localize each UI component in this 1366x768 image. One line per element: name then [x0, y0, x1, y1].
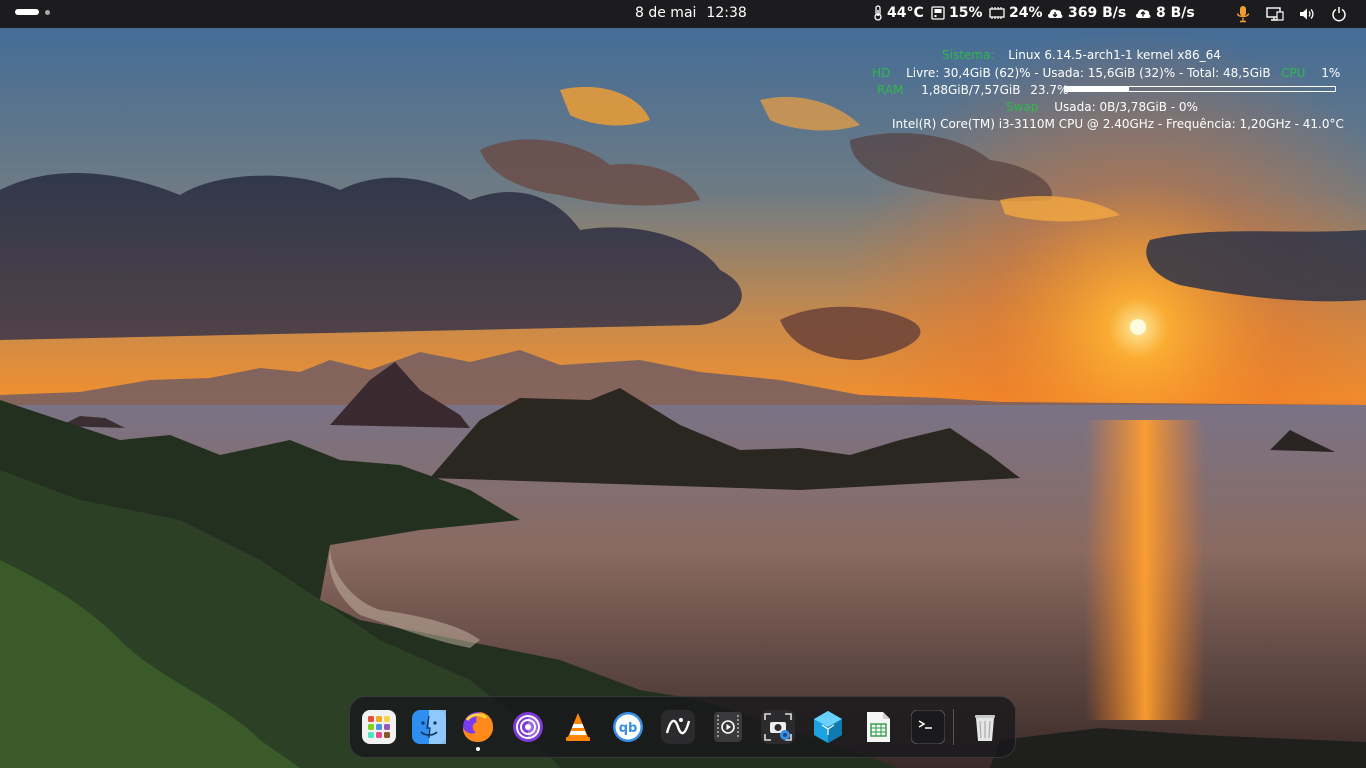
- top-panel: 8 de mai 12:38 44°C 15% 24% 369 B/s 8 B/…: [0, 0, 1366, 28]
- conky-hd-label: HD: [872, 66, 891, 80]
- upload-indicator[interactable]: 8 B/s: [1134, 5, 1195, 21]
- app-6-icon[interactable]: [661, 710, 695, 744]
- workspace-inactive-indicator[interactable]: [45, 9, 50, 15]
- conky-ram-percent: 23.7%: [1030, 83, 1069, 97]
- temperature-value: 44°C: [887, 5, 924, 21]
- power-icon[interactable]: [1330, 5, 1348, 23]
- clock-time: 12:38: [706, 5, 747, 21]
- desktop-wallpaper: [0, 0, 1366, 768]
- temperature-indicator[interactable]: 44°C: [873, 5, 924, 21]
- cloud-upload-icon: [1134, 6, 1152, 20]
- cloud-download-icon: [1046, 6, 1064, 20]
- trash-icon[interactable]: [968, 710, 1002, 744]
- disk-indicator[interactable]: 15%: [931, 5, 983, 21]
- video-player-icon[interactable]: [711, 710, 745, 744]
- volume-icon[interactable]: [1298, 5, 1316, 23]
- workspace-indicator[interactable]: [15, 9, 50, 15]
- conky-ram-row: RAM 1,88GiB/7,57GiB 23.7%: [877, 83, 1068, 97]
- clock-date: 8 de mai: [635, 5, 697, 21]
- conky-hd-value: Livre: 30,4GiB (62)% - Usada: 15,6GiB (3…: [906, 66, 1271, 80]
- conky-swap-value: Usada: 0B/3,78GiB - 0%: [1054, 100, 1198, 114]
- conky-system-label: Sistema:: [942, 48, 995, 62]
- app-grid-icon[interactable]: [362, 710, 396, 744]
- conky-swap-row: Swap Usada: 0B/3,78GiB - 0%: [1006, 100, 1198, 114]
- workspace-active-indicator[interactable]: [15, 9, 39, 15]
- conky-cpu-value: 1%: [1321, 66, 1341, 80]
- crystal-app-icon[interactable]: [811, 710, 845, 744]
- conky-system-row: Sistema: Linux 6.14.5-arch1-1 kernel x86…: [942, 48, 1221, 62]
- memory-usage-value: 24%: [1009, 5, 1043, 21]
- conky-ram-bar: [1064, 86, 1336, 92]
- conky-cpu-info: Intel(R) Core(TM) i3-3110M CPU @ 2.40GHz…: [892, 117, 1344, 131]
- conky-ram-bar-fill: [1065, 87, 1129, 91]
- conky-cpu-row: CPU 1%: [1281, 66, 1340, 80]
- terminal-icon[interactable]: [911, 710, 945, 744]
- download-indicator[interactable]: 369 B/s: [1046, 5, 1126, 21]
- finder-icon[interactable]: [412, 710, 446, 744]
- conky-cpu-label: CPU: [1281, 66, 1306, 80]
- conky-hd-row: HD Livre: 30,4GiB (62)% - Usada: 15,6GiB…: [872, 66, 1271, 80]
- upload-rate-value: 8 B/s: [1156, 5, 1195, 21]
- disk-icon: [931, 6, 945, 20]
- disk-usage-value: 15%: [949, 5, 983, 21]
- vlc-icon[interactable]: [561, 710, 595, 744]
- memory-indicator[interactable]: 24%: [989, 5, 1043, 21]
- svg-text:qb: qb: [619, 721, 638, 736]
- conky-system-value: Linux 6.14.5-arch1-1 kernel x86_64: [1008, 48, 1221, 62]
- microphone-icon[interactable]: [1234, 5, 1252, 23]
- document-viewer-icon[interactable]: [861, 710, 895, 744]
- screenshot-icon[interactable]: [761, 710, 795, 744]
- thermometer-icon: [873, 5, 883, 21]
- conky-ram-value: 1,88GiB/7,57GiB: [921, 83, 1021, 97]
- dock-separator: [953, 709, 954, 745]
- download-rate-value: 369 B/s: [1068, 5, 1127, 21]
- qbittorrent-icon[interactable]: qb: [611, 710, 645, 744]
- memory-icon: [989, 6, 1005, 20]
- tor-browser-icon[interactable]: [511, 710, 545, 744]
- firefox-running-indicator: [476, 747, 480, 751]
- display-settings-icon[interactable]: [1266, 5, 1284, 23]
- firefox-icon[interactable]: [461, 710, 495, 744]
- conky-ram-label: RAM: [877, 83, 904, 97]
- dock: qb: [349, 696, 1016, 758]
- clock[interactable]: 8 de mai 12:38: [635, 5, 747, 21]
- conky-swap-label: Swap: [1006, 100, 1039, 114]
